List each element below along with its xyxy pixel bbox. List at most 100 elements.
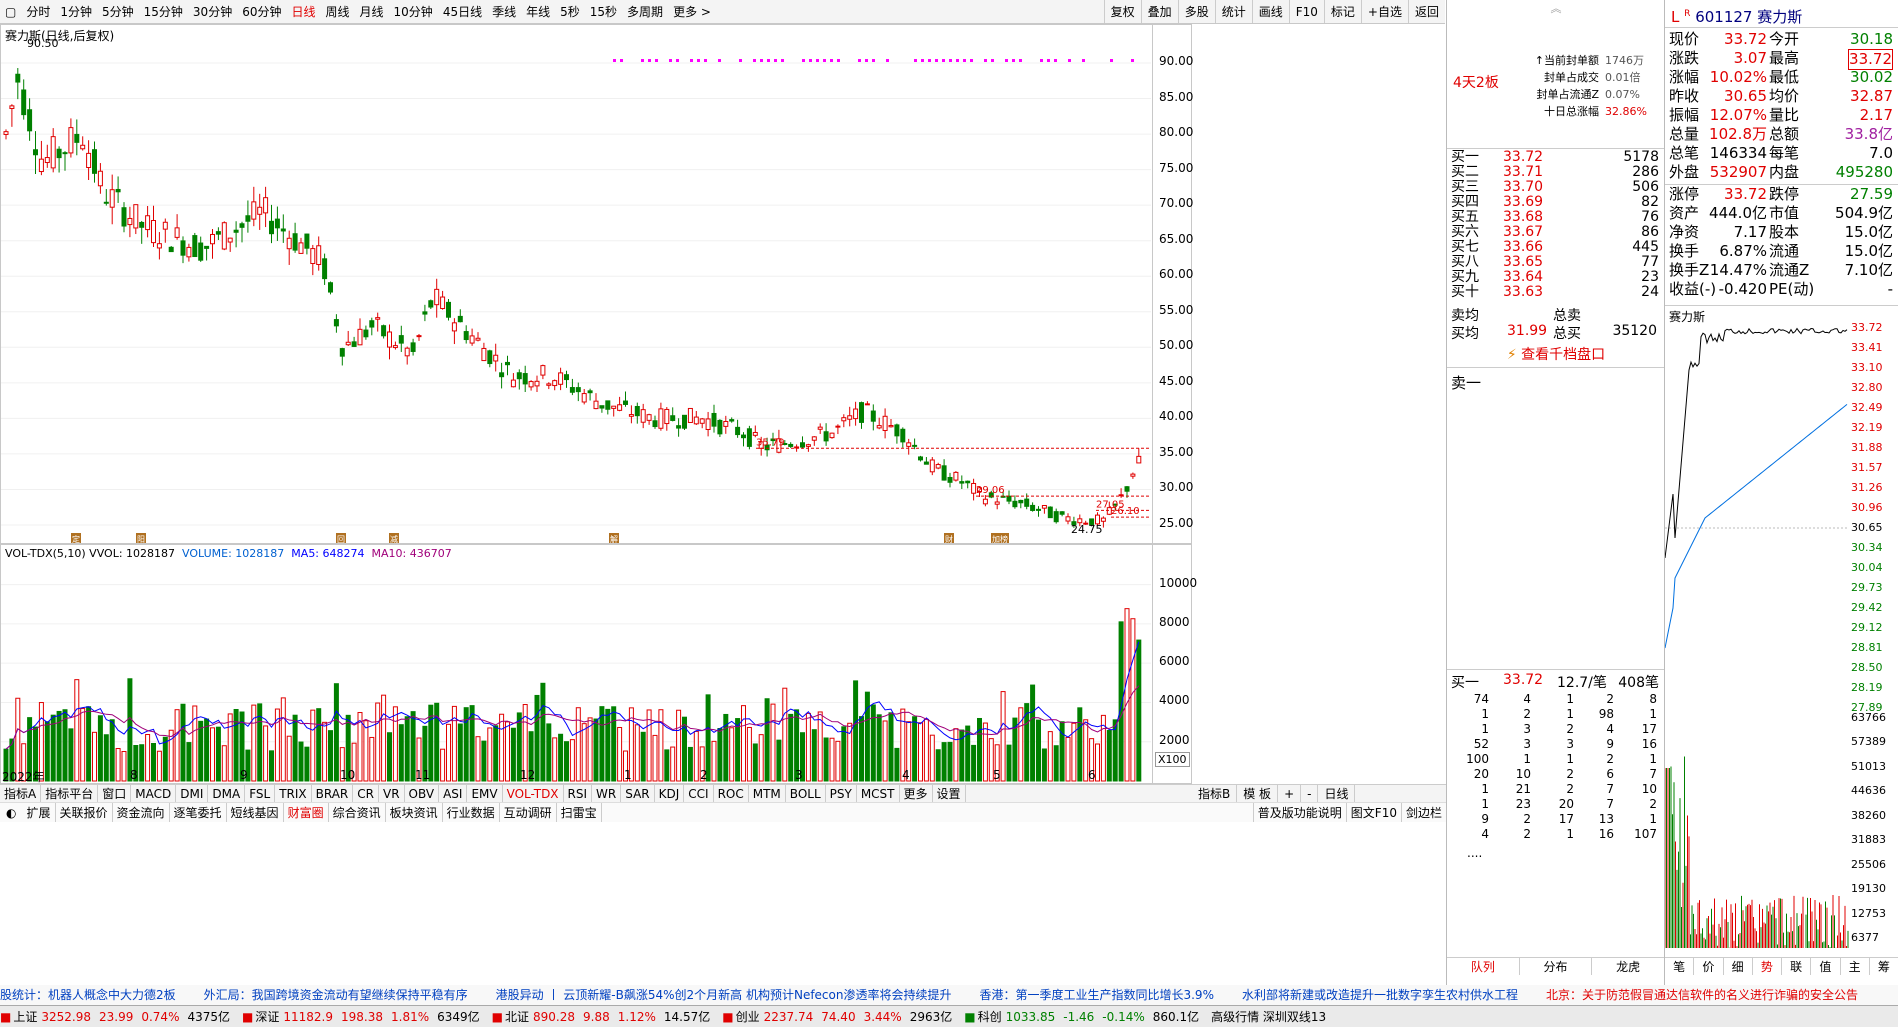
period-tab-13[interactable]: 5秒 [555, 0, 585, 23]
bid-row[interactable]: 买七 33.66 445 [1447, 240, 1665, 255]
toolbar-box-icon[interactable]: ▢ [0, 0, 21, 23]
period-tab-11[interactable]: 季线 [487, 0, 521, 23]
toolbar-btn-7[interactable]: +自选 [1360, 0, 1408, 23]
bottom-tab-7[interactable]: 板块资讯 [386, 803, 443, 822]
indicator-tab-18[interactable]: KDJ [655, 785, 685, 802]
bid-row[interactable]: 买二 33.71 286 [1447, 165, 1665, 180]
connection-status[interactable]: 高级行情 深圳双线13 [1211, 1010, 1326, 1024]
period-tab-5[interactable]: 60分钟 [237, 0, 286, 23]
toolbar-btn-6[interactable]: 标记 [1323, 0, 1361, 23]
bottom-right-link-0[interactable]: 普及版功能说明 [1252, 803, 1346, 822]
bottom-tab-3[interactable]: 逐笔委托 [170, 803, 227, 822]
bid-row[interactable]: 买三 33.70 506 [1447, 180, 1665, 195]
indicator-tab-11[interactable]: OBV [405, 785, 440, 802]
indicator-tab-8[interactable]: BRAR [312, 785, 354, 802]
order-tab-2[interactable]: 龙虎 [1592, 958, 1666, 975]
bid-row[interactable]: 买六 33.67 86 [1447, 225, 1665, 240]
indicator-right-tab-2[interactable]: + [1278, 785, 1302, 802]
event-icon[interactable]: 加榜 [991, 533, 1009, 543]
index-quote[interactable]: ■ 上证 3252.98 23.99 0.74% 4375亿 [0, 1010, 230, 1024]
bottom-tab-9[interactable]: 互动调研 [500, 803, 557, 822]
toolbar-btn-4[interactable]: 画线 [1251, 0, 1289, 23]
bid-row[interactable]: 买十 33.63 24 [1447, 285, 1665, 300]
bottom-tab-0[interactable]: 扩展 [22, 803, 56, 822]
indicator-tab-17[interactable]: SAR [621, 785, 655, 802]
toolbar-btn-8[interactable]: 返回 [1407, 0, 1445, 23]
toggle-icon[interactable]: ◐ [0, 803, 22, 822]
period-tab-15[interactable]: 多周期 [622, 0, 668, 23]
indicator-tab-22[interactable]: BOLL [786, 785, 826, 802]
indicator-right-tab-3[interactable]: - [1301, 785, 1319, 802]
toolbar-btn-0[interactable]: 复权 [1103, 0, 1141, 23]
period-tab-1[interactable]: 1分钟 [55, 0, 97, 23]
indicator-tab-5[interactable]: DMA [208, 785, 246, 802]
indicator-tab-0[interactable]: 指标A [0, 785, 42, 802]
bottom-right-link-2[interactable]: 剑边栏 [1400, 803, 1446, 822]
period-tab-12[interactable]: 年线 [521, 0, 555, 23]
toolbar-btn-3[interactable]: 统计 [1214, 0, 1252, 23]
news-item[interactable]: 股统计：机器人概念中大力德2板 [0, 988, 176, 1002]
period-tab-9[interactable]: 10分钟 [389, 0, 438, 23]
bottom-tab-5[interactable]: 财富圈 [284, 803, 329, 822]
view-depth-link[interactable]: ⚡ 查看千档盘口 [1447, 345, 1665, 365]
period-tab-10[interactable]: 45日线 [438, 0, 487, 23]
bid-row[interactable]: 买九 33.64 23 [1447, 270, 1665, 285]
quote-tab-6[interactable]: 主 [1841, 958, 1870, 975]
index-quote[interactable]: ■ 深证 11182.9 198.38 1.81% 6349亿 [242, 1010, 480, 1024]
quote-tab-0[interactable]: 笔 [1665, 958, 1695, 975]
bottom-tab-6[interactable]: 综合资讯 [329, 803, 386, 822]
news-item[interactable]: 香港：第一季度工业生产指数同比增长3.9% [979, 988, 1214, 1002]
indicator-tab-19[interactable]: CCI [684, 785, 714, 802]
indicator-tab-16[interactable]: WR [592, 785, 622, 802]
bid-row[interactable]: 买四 33.69 82 [1447, 195, 1665, 210]
period-tab-4[interactable]: 30分钟 [188, 0, 237, 23]
news-item[interactable]: 北京：关于防范假冒通达信软件的名义进行诈骗的安全公告 [1546, 988, 1858, 1002]
indicator-tab-2[interactable]: 窗口 [98, 785, 132, 802]
toolbar-btn-5[interactable]: F10 [1288, 0, 1324, 23]
toolbar-btn-1[interactable]: 叠加 [1140, 0, 1178, 23]
order-tab-1[interactable]: 分布 [1520, 958, 1593, 975]
news-item[interactable]: 外汇局：我国跨境资金流动有望继续保持平稳有序 [204, 988, 468, 1002]
indicator-tab-10[interactable]: VR [379, 785, 405, 802]
period-tab-2[interactable]: 5分钟 [97, 0, 139, 23]
intraday-chart[interactable] [1665, 318, 1849, 952]
event-icon[interactable]: 财 [944, 533, 954, 543]
quote-tab-1[interactable]: 价 [1694, 958, 1724, 975]
indicator-right-tab-4[interactable]: 日线 [1318, 785, 1356, 802]
indicator-right-tab-1[interactable]: 模 板 [1237, 785, 1279, 802]
quote-tab-2[interactable]: 细 [1724, 958, 1753, 975]
period-tab-7[interactable]: 周线 [321, 0, 355, 23]
index-quote[interactable]: ■ 北证 890.28 9.88 1.12% 14.57亿 [492, 1010, 711, 1024]
indicator-tab-13[interactable]: EMV [467, 785, 503, 802]
quote-tab-4[interactable]: 联 [1782, 958, 1812, 975]
bottom-tab-10[interactable]: 扫雷宝 [557, 803, 602, 822]
indicator-tab-21[interactable]: MTM [749, 785, 786, 802]
period-tab-16[interactable]: 更多 > [668, 0, 716, 23]
indicator-tab-7[interactable]: TRIX [275, 785, 312, 802]
indicator-tab-6[interactable]: FSL [245, 785, 276, 802]
indicator-tab-3[interactable]: MACD [131, 785, 177, 802]
indicator-tab-9[interactable]: CR [353, 785, 379, 802]
news-item[interactable]: 水利部将新建或改造提升一批数字孪生农村供水工程 [1242, 988, 1518, 1002]
indicator-tab-26[interactable]: 设置 [933, 785, 966, 802]
indicator-tab-12[interactable]: ASI [439, 785, 468, 802]
indicator-tab-24[interactable]: MCST [857, 785, 900, 802]
indicator-right-tab-0[interactable]: 指标B [1192, 785, 1238, 802]
indicator-tab-15[interactable]: RSI [564, 785, 593, 802]
indicator-tab-1[interactable]: 指标平台 [41, 785, 99, 802]
event-icon[interactable]: 定 [71, 533, 81, 543]
index-quote[interactable]: ■ 创业 2237.74 74.40 3.44% 2963亿 [722, 1010, 952, 1024]
bottom-tab-2[interactable]: 资金流向 [113, 803, 170, 822]
period-tab-6[interactable]: 日线 [286, 0, 320, 23]
quote-tab-3[interactable]: 势 [1753, 958, 1782, 975]
bid-row[interactable]: 买五 33.68 76 [1447, 210, 1665, 225]
indicator-tab-25[interactable]: 更多 [900, 785, 933, 802]
indicator-tab-20[interactable]: ROC [714, 785, 749, 802]
bid-row[interactable]: 买八 33.65 77 [1447, 255, 1665, 270]
period-tab-3[interactable]: 15分钟 [139, 0, 188, 23]
period-tab-0[interactable]: 分时 [21, 0, 55, 23]
bottom-tab-1[interactable]: 关联报价 [56, 803, 113, 822]
bottom-tab-8[interactable]: 行业数据 [443, 803, 500, 822]
bottom-tab-4[interactable]: 短线基因 [227, 803, 284, 822]
indicator-tab-23[interactable]: PSY [826, 785, 857, 802]
